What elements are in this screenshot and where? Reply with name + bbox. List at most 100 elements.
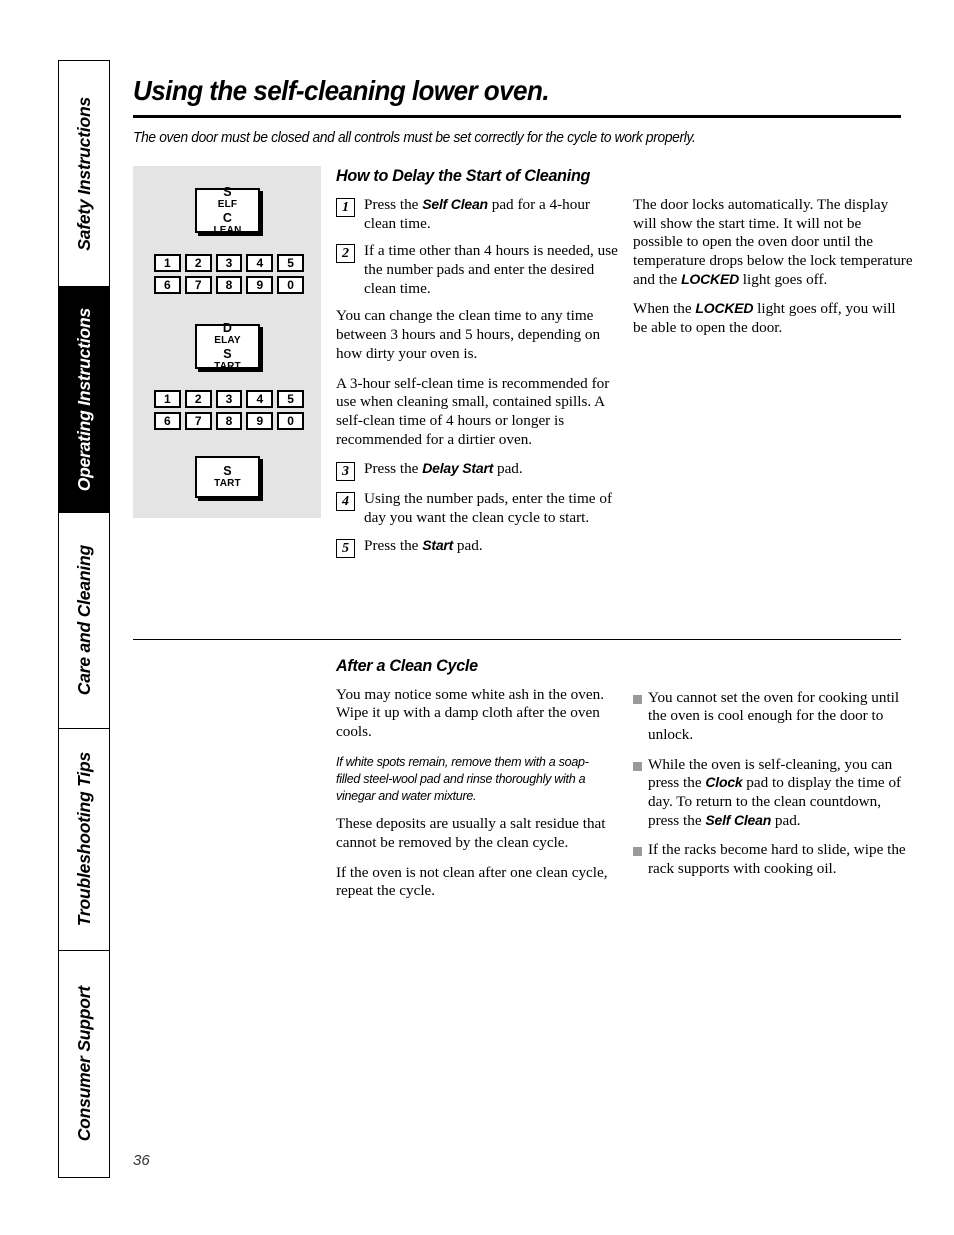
sidebar-item-label: Care and Cleaning <box>73 545 94 696</box>
step-number: 4 <box>336 492 355 512</box>
step-number: 3 <box>336 462 355 482</box>
sidebar-item-label: Consumer Support <box>73 986 94 1142</box>
intro-text: The oven door must be closed and all con… <box>133 130 696 146</box>
pad-name-emphasis: Start <box>422 536 454 553</box>
delay-start-pad-label-line2: S TART <box>214 346 241 372</box>
delay-start-pad[interactable]: D ELAY S TART <box>195 321 260 372</box>
keypad-row: 1 2 3 4 5 <box>154 390 304 408</box>
page-number: 36 <box>133 1152 150 1169</box>
bullet-text: While the oven is self-cleaning, you can… <box>648 755 902 829</box>
pad-name-emphasis: Delay Start <box>422 460 494 477</box>
sidebar-item-operating-instructions[interactable]: Operating Instructions <box>58 286 110 512</box>
sidebar-tabs: Safety Instructions Operating Instructio… <box>58 60 110 1178</box>
control-panel-illustration-column: S ELF C LEAN 1 2 3 4 5 6 7 8 9 0 D ELAY … <box>133 166 336 518</box>
sidebar-item-label: Operating Instructions <box>73 307 94 492</box>
section-divider <box>133 638 901 640</box>
pad-name-emphasis: Self Clean <box>422 196 488 212</box>
keypad-row: 1 2 3 4 5 <box>154 254 304 272</box>
page-title: Using the self-cleaning lower oven. <box>133 75 550 106</box>
keypad-key[interactable]: 6 <box>154 276 181 294</box>
step-item: 2 If a time other than 4 hours is needed… <box>336 242 621 298</box>
section-after-clean-cycle: After a Clean Cycle You may notice some … <box>133 656 906 901</box>
keypad-key[interactable]: 7 <box>184 276 212 294</box>
self-clean-pad-label-line2: C LEAN <box>213 210 242 236</box>
step-number: 2 <box>336 244 355 264</box>
step-text: Press the Start pad. <box>364 536 483 554</box>
delay-start-pad-label-line1: D ELAY <box>214 321 241 347</box>
keypad-key[interactable]: 3 <box>215 254 243 272</box>
keypad-key[interactable]: 9 <box>246 276 274 294</box>
section-delay-start: S ELF C LEAN 1 2 3 4 5 6 7 8 9 0 D ELAY … <box>133 166 913 567</box>
bullet-text: You cannot set the oven for cooking unti… <box>648 688 900 743</box>
keypad-key[interactable]: 4 <box>246 390 274 408</box>
title-divider <box>133 115 901 118</box>
bullet-square-icon <box>633 761 642 771</box>
delay-paragraph-a: You can change the clean time to any tim… <box>336 307 601 362</box>
locked-emphasis: LOCKED <box>681 270 739 287</box>
after-clean-paragraph-3: If the oven is not clean after one clean… <box>336 863 608 900</box>
sidebar-item-troubleshooting-tips[interactable]: Troubleshooting Tips <box>58 728 110 950</box>
step-item: 3 Press the Delay Start pad. <box>336 460 621 482</box>
keypad-key[interactable]: 3 <box>215 390 243 408</box>
sidebar-item-label: Safety Instructions <box>73 96 94 251</box>
keypad-key[interactable]: 5 <box>277 390 304 408</box>
sidebar-item-care-and-cleaning[interactable]: Care and Cleaning <box>58 512 110 728</box>
locked-emphasis: LOCKED <box>695 300 754 317</box>
after-clean-bullets-column: You cannot set the oven for cooking unti… <box>633 656 913 890</box>
number-keypad-lower: 1 2 3 4 5 6 7 8 9 0 <box>154 390 304 430</box>
keypad-key[interactable]: 7 <box>184 412 212 430</box>
keypad-key[interactable]: 2 <box>184 254 212 272</box>
bullet-text: If the racks become hard to slide, wipe … <box>648 841 906 878</box>
step-item: 4 Using the number pads, enter the time … <box>336 490 621 527</box>
bullet-square-icon <box>633 847 642 857</box>
step-text: Press the Self Clean pad for a 4-hour cl… <box>364 196 590 232</box>
after-clean-paragraph-1: You may notice some white ash in the ove… <box>336 685 604 740</box>
step-text: If a time other than 4 hours is needed, … <box>364 242 618 297</box>
delay-steps-column: How to Delay the Start of Cleaning 1 Pre… <box>336 166 621 567</box>
keypad-key[interactable]: 0 <box>277 412 304 430</box>
self-clean-pad[interactable]: S ELF C LEAN <box>195 185 260 236</box>
number-keypad-upper: 1 2 3 4 5 6 7 8 9 0 <box>154 254 304 294</box>
step-text: Using the number pads, enter the time of… <box>364 490 612 526</box>
oven-control-panel-diagram: S ELF C LEAN 1 2 3 4 5 6 7 8 9 0 D ELAY … <box>133 166 321 518</box>
sidebar-item-safety-instructions[interactable]: Safety Instructions <box>58 60 110 286</box>
section-heading-after-clean-cycle: After a Clean Cycle <box>336 655 478 675</box>
step-item: 5 Press the Start pad. <box>336 537 621 558</box>
keypad-key[interactable]: 6 <box>154 412 181 430</box>
keypad-key[interactable]: 8 <box>215 412 243 430</box>
after-clean-italic-note: If white spots remain, remove them with … <box>336 753 589 803</box>
start-pad-label: S TART <box>214 464 241 490</box>
keypad-key[interactable]: 8 <box>215 276 243 294</box>
list-item: If the racks become hard to slide, wipe … <box>633 841 913 878</box>
pad-name-emphasis: Clock <box>705 774 743 791</box>
list-item: While the oven is self-cleaning, you can… <box>633 756 913 831</box>
locked-light-paragraph-2: When the LOCKED light goes off, you will… <box>633 300 896 337</box>
bullet-square-icon <box>633 694 642 704</box>
keypad-key[interactable]: 0 <box>277 276 304 294</box>
after-clean-text-column: After a Clean Cycle You may notice some … <box>336 656 621 901</box>
keypad-key[interactable]: 1 <box>154 254 181 272</box>
sidebar-item-consumer-support[interactable]: Consumer Support <box>58 950 110 1178</box>
keypad-row: 6 7 8 9 0 <box>154 412 304 430</box>
start-pad[interactable]: S TART <box>195 456 260 498</box>
page-content: Using the self-cleaning lower oven. The … <box>133 60 913 901</box>
keypad-row: 6 7 8 9 0 <box>154 276 304 294</box>
locked-light-paragraph-1: The door locks automatically. The displa… <box>633 196 913 288</box>
keypad-key[interactable]: 9 <box>246 412 274 430</box>
pad-name-emphasis: Self Clean <box>705 811 772 828</box>
delay-notes-column: The door locks automatically. The displa… <box>633 166 913 349</box>
delay-paragraph-b: A 3-hour self-clean time is recommended … <box>336 374 610 448</box>
keypad-key[interactable]: 5 <box>277 254 304 272</box>
step-number: 5 <box>336 538 355 558</box>
keypad-key[interactable]: 2 <box>184 390 212 408</box>
self-clean-pad-label-line1: S ELF <box>217 185 238 211</box>
keypad-key[interactable]: 4 <box>246 254 274 272</box>
list-item: You cannot set the oven for cooking unti… <box>633 689 913 745</box>
step-text: Press the Delay Start pad. <box>364 460 523 478</box>
step-number: 1 <box>336 198 355 217</box>
keypad-key[interactable]: 1 <box>154 390 181 408</box>
step-item: 1 Press the Self Clean pad for a 4-hour … <box>336 196 621 233</box>
after-clean-paragraph-2: These deposits are usually a salt residu… <box>336 815 606 851</box>
section-heading-delay-start: How to Delay the Start of Cleaning <box>336 166 591 185</box>
sidebar-item-label: Troubleshooting Tips <box>73 752 94 927</box>
